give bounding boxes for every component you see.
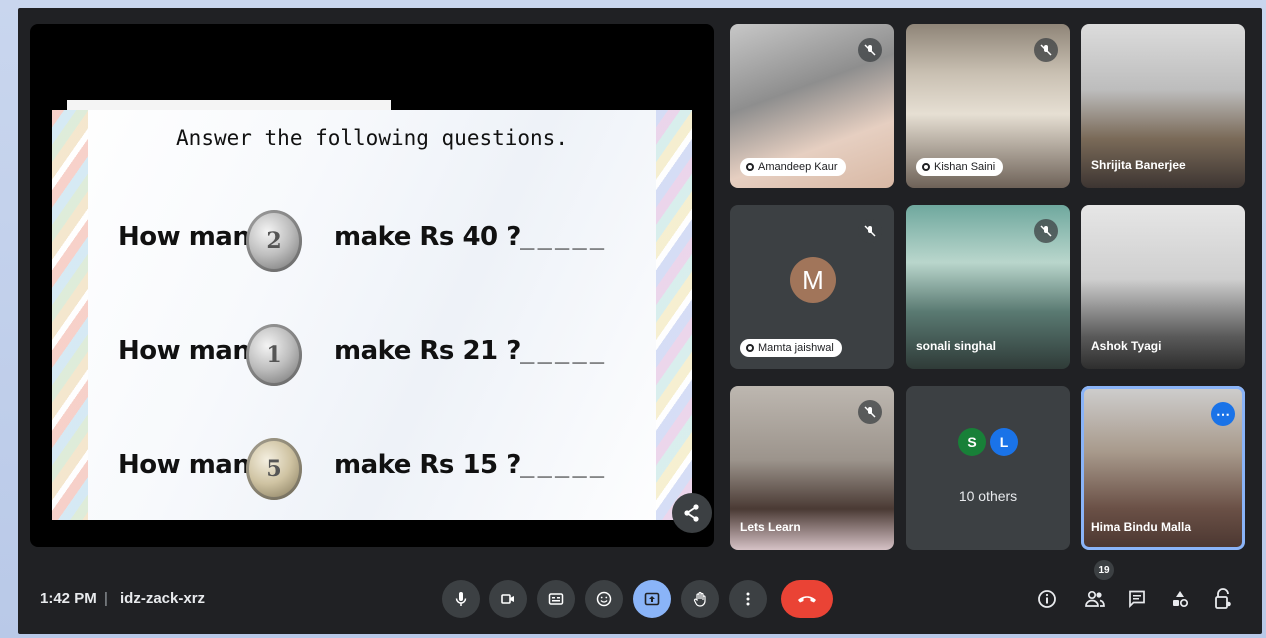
more-vert-icon	[746, 592, 750, 606]
bottom-toolbar: 1:42 PM | idz-zack-xrz 19	[18, 560, 1262, 634]
host-controls-button[interactable]	[1210, 586, 1236, 612]
activities-button[interactable]	[1167, 586, 1193, 612]
slide-decoration-left	[52, 110, 88, 520]
participant-name: Mamta jaishwal	[758, 342, 834, 354]
participant-name: sonali singhal	[916, 339, 997, 353]
participant-name: Lets Learn	[740, 520, 801, 534]
question-prefix: How many	[118, 336, 267, 366]
others-tile[interactable]: S L 10 others	[906, 386, 1070, 550]
raise-hand-button[interactable]	[681, 580, 719, 618]
participant-name-pill: Kishan Saini	[916, 158, 1004, 176]
coin-5-icon: 5	[246, 438, 302, 500]
participant-tile[interactable]: M Mamta jaishwal	[730, 205, 894, 369]
lock-person-icon	[1215, 588, 1231, 609]
camera-icon	[501, 594, 514, 604]
participant-tile[interactable]: Shrijita Banerjee	[1081, 24, 1245, 188]
avatar: L	[990, 428, 1018, 456]
mic-icon	[455, 592, 467, 606]
share-button[interactable]	[672, 493, 712, 533]
emoji-icon	[596, 591, 612, 607]
more-options-icon[interactable]: ⋯	[1211, 402, 1235, 426]
avatar: S	[958, 428, 986, 456]
participant-tile[interactable]: sonali singhal	[906, 205, 1070, 369]
answer-blank: _____	[520, 222, 608, 250]
participant-tile[interactable]: Ashok Tyagi	[1081, 205, 1245, 369]
audio-indicator-icon	[746, 344, 754, 352]
present-button[interactable]	[633, 580, 671, 618]
info-icon	[1038, 590, 1056, 608]
reactions-button[interactable]	[585, 580, 623, 618]
participant-name-pill: Mamta jaishwal	[740, 339, 842, 357]
coin-1-icon: 1	[246, 324, 302, 386]
participant-name: Shrijita Banerjee	[1091, 158, 1186, 172]
meeting-code: idz-zack-xrz	[120, 590, 206, 607]
mic-off-icon	[858, 400, 882, 424]
more-options-button[interactable]	[729, 580, 767, 618]
participant-name: Ashok Tyagi	[1091, 339, 1162, 353]
leave-call-button[interactable]	[781, 580, 833, 618]
separator: |	[104, 590, 108, 607]
slide: Answer the following questions. How many…	[52, 110, 692, 520]
question-row-2: How many 1 make Rs 21 ? _____	[118, 324, 678, 386]
question-suffix: make Rs 15 ?	[334, 450, 521, 480]
chat-icon	[1129, 590, 1145, 609]
coin-2-icon: 2	[246, 210, 302, 272]
slide-title: Answer the following questions.	[176, 126, 568, 150]
meeting-details-button[interactable]	[1034, 586, 1060, 612]
mic-off-icon	[1034, 38, 1058, 62]
captions-button[interactable]	[537, 580, 575, 618]
end-call-icon	[798, 596, 816, 603]
people-icon	[1085, 590, 1105, 607]
chat-button[interactable]	[1124, 586, 1150, 612]
participant-name: Hima Bindu Malla	[1091, 520, 1192, 534]
hand-icon	[693, 591, 706, 607]
clock: 1:42 PM	[40, 590, 97, 607]
question-row-3: How many 5 make Rs 15 ? _____	[118, 438, 678, 500]
participant-tile[interactable]: Kishan Saini	[906, 24, 1070, 188]
question-suffix: make Rs 21 ?	[334, 336, 521, 366]
participant-tile[interactable]: Lets Learn	[730, 386, 894, 550]
participant-name: Kishan Saini	[934, 161, 996, 173]
captions-icon	[548, 593, 564, 605]
present-screen-icon	[644, 592, 660, 606]
presentation-area: Answer the following questions. How many…	[30, 24, 714, 547]
audio-indicator-icon	[922, 163, 930, 171]
mic-button[interactable]	[442, 580, 480, 618]
slide-tab-decoration	[67, 100, 391, 110]
answer-blank: _____	[520, 450, 608, 478]
people-count-badge: 19	[1094, 560, 1114, 580]
camera-button[interactable]	[489, 580, 527, 618]
question-prefix: How many	[118, 450, 267, 480]
participant-name: Amandeep Kaur	[758, 161, 838, 173]
question-row-1: How many 2 make Rs 40 ? _____	[118, 210, 678, 272]
mic-off-icon	[858, 38, 882, 62]
participant-tile[interactable]: Amandeep Kaur	[730, 24, 894, 188]
audio-indicator-icon	[746, 163, 754, 171]
participant-name-pill: Amandeep Kaur	[740, 158, 846, 176]
meet-window: Answer the following questions. How many…	[18, 8, 1262, 634]
participant-tile-active[interactable]: ⋯ Hima Bindu Malla	[1081, 386, 1245, 550]
question-prefix: How many	[118, 222, 267, 252]
answer-blank: _____	[520, 336, 608, 364]
mic-off-icon	[858, 219, 882, 243]
share-icon	[684, 504, 699, 522]
question-suffix: make Rs 40 ?	[334, 222, 521, 252]
avatar: M	[790, 257, 836, 303]
others-count-label: 10 others	[958, 488, 1018, 504]
mic-off-icon	[1034, 219, 1058, 243]
people-button[interactable]	[1082, 586, 1108, 612]
activities-icon	[1173, 591, 1189, 608]
